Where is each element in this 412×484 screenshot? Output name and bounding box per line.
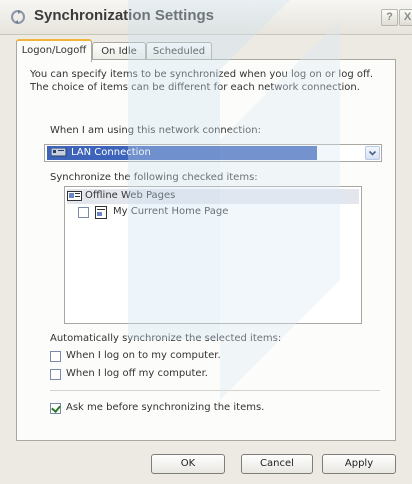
tab-logon-logoff[interactable]: Logon/Logoff bbox=[16, 39, 92, 62]
sync-icon bbox=[11, 10, 25, 24]
connection-dropdown[interactable]: LAN Connection bbox=[44, 144, 382, 162]
sync-items-list[interactable]: Offline Web Pages My Current Home Page bbox=[64, 186, 362, 324]
items-label: Synchronize the following checked items: bbox=[50, 172, 258, 183]
separator bbox=[50, 390, 380, 391]
description-line-2: The choice of items can be different for… bbox=[30, 82, 360, 93]
chevron-down-icon bbox=[368, 150, 377, 156]
auto-sync-label: Automatically synchronize the selected i… bbox=[50, 333, 282, 344]
web-page-icon bbox=[95, 206, 107, 219]
help-button[interactable]: ? bbox=[381, 9, 398, 26]
logon-checkbox[interactable] bbox=[50, 351, 61, 362]
logoff-checkbox[interactable] bbox=[50, 369, 61, 380]
home-page-label: My Current Home Page bbox=[113, 206, 229, 217]
tab-on-idle[interactable]: On Idle bbox=[92, 42, 146, 60]
sync-settings-dialog: Synchronization Settings ? X Logon/Logof… bbox=[0, 0, 412, 484]
offline-web-pages-label: Offline Web Pages bbox=[85, 190, 176, 201]
connection-label: When I am using this network connection: bbox=[50, 125, 261, 136]
offline-web-pages-icon bbox=[67, 191, 82, 201]
ask-before-sync-checkbox[interactable] bbox=[50, 403, 61, 414]
title-bar[interactable]: Synchronization Settings ? X bbox=[0, 0, 412, 35]
apply-button[interactable]: Apply bbox=[322, 454, 396, 474]
dropdown-arrow-button[interactable] bbox=[365, 146, 380, 160]
tab-scheduled[interactable]: Scheduled bbox=[146, 42, 212, 60]
list-item-offline-web-pages[interactable]: Offline Web Pages bbox=[67, 189, 359, 204]
cancel-button[interactable]: Cancel bbox=[241, 454, 313, 474]
logoff-option-label: When I log off my computer. bbox=[66, 368, 208, 379]
connection-selected-value: LAN Connection bbox=[71, 147, 151, 158]
ask-before-sync-label: Ask me before synchronizing the items. bbox=[66, 402, 265, 413]
network-icon bbox=[51, 148, 67, 157]
home-page-checkbox[interactable] bbox=[78, 207, 89, 218]
logon-option-label: When I log on to my computer. bbox=[66, 350, 221, 361]
window-title: Synchronization Settings bbox=[34, 7, 215, 24]
close-button[interactable]: X bbox=[399, 9, 412, 26]
ok-button[interactable]: OK bbox=[151, 454, 225, 474]
description-line-1: You can specify items to be synchronized… bbox=[30, 69, 374, 80]
